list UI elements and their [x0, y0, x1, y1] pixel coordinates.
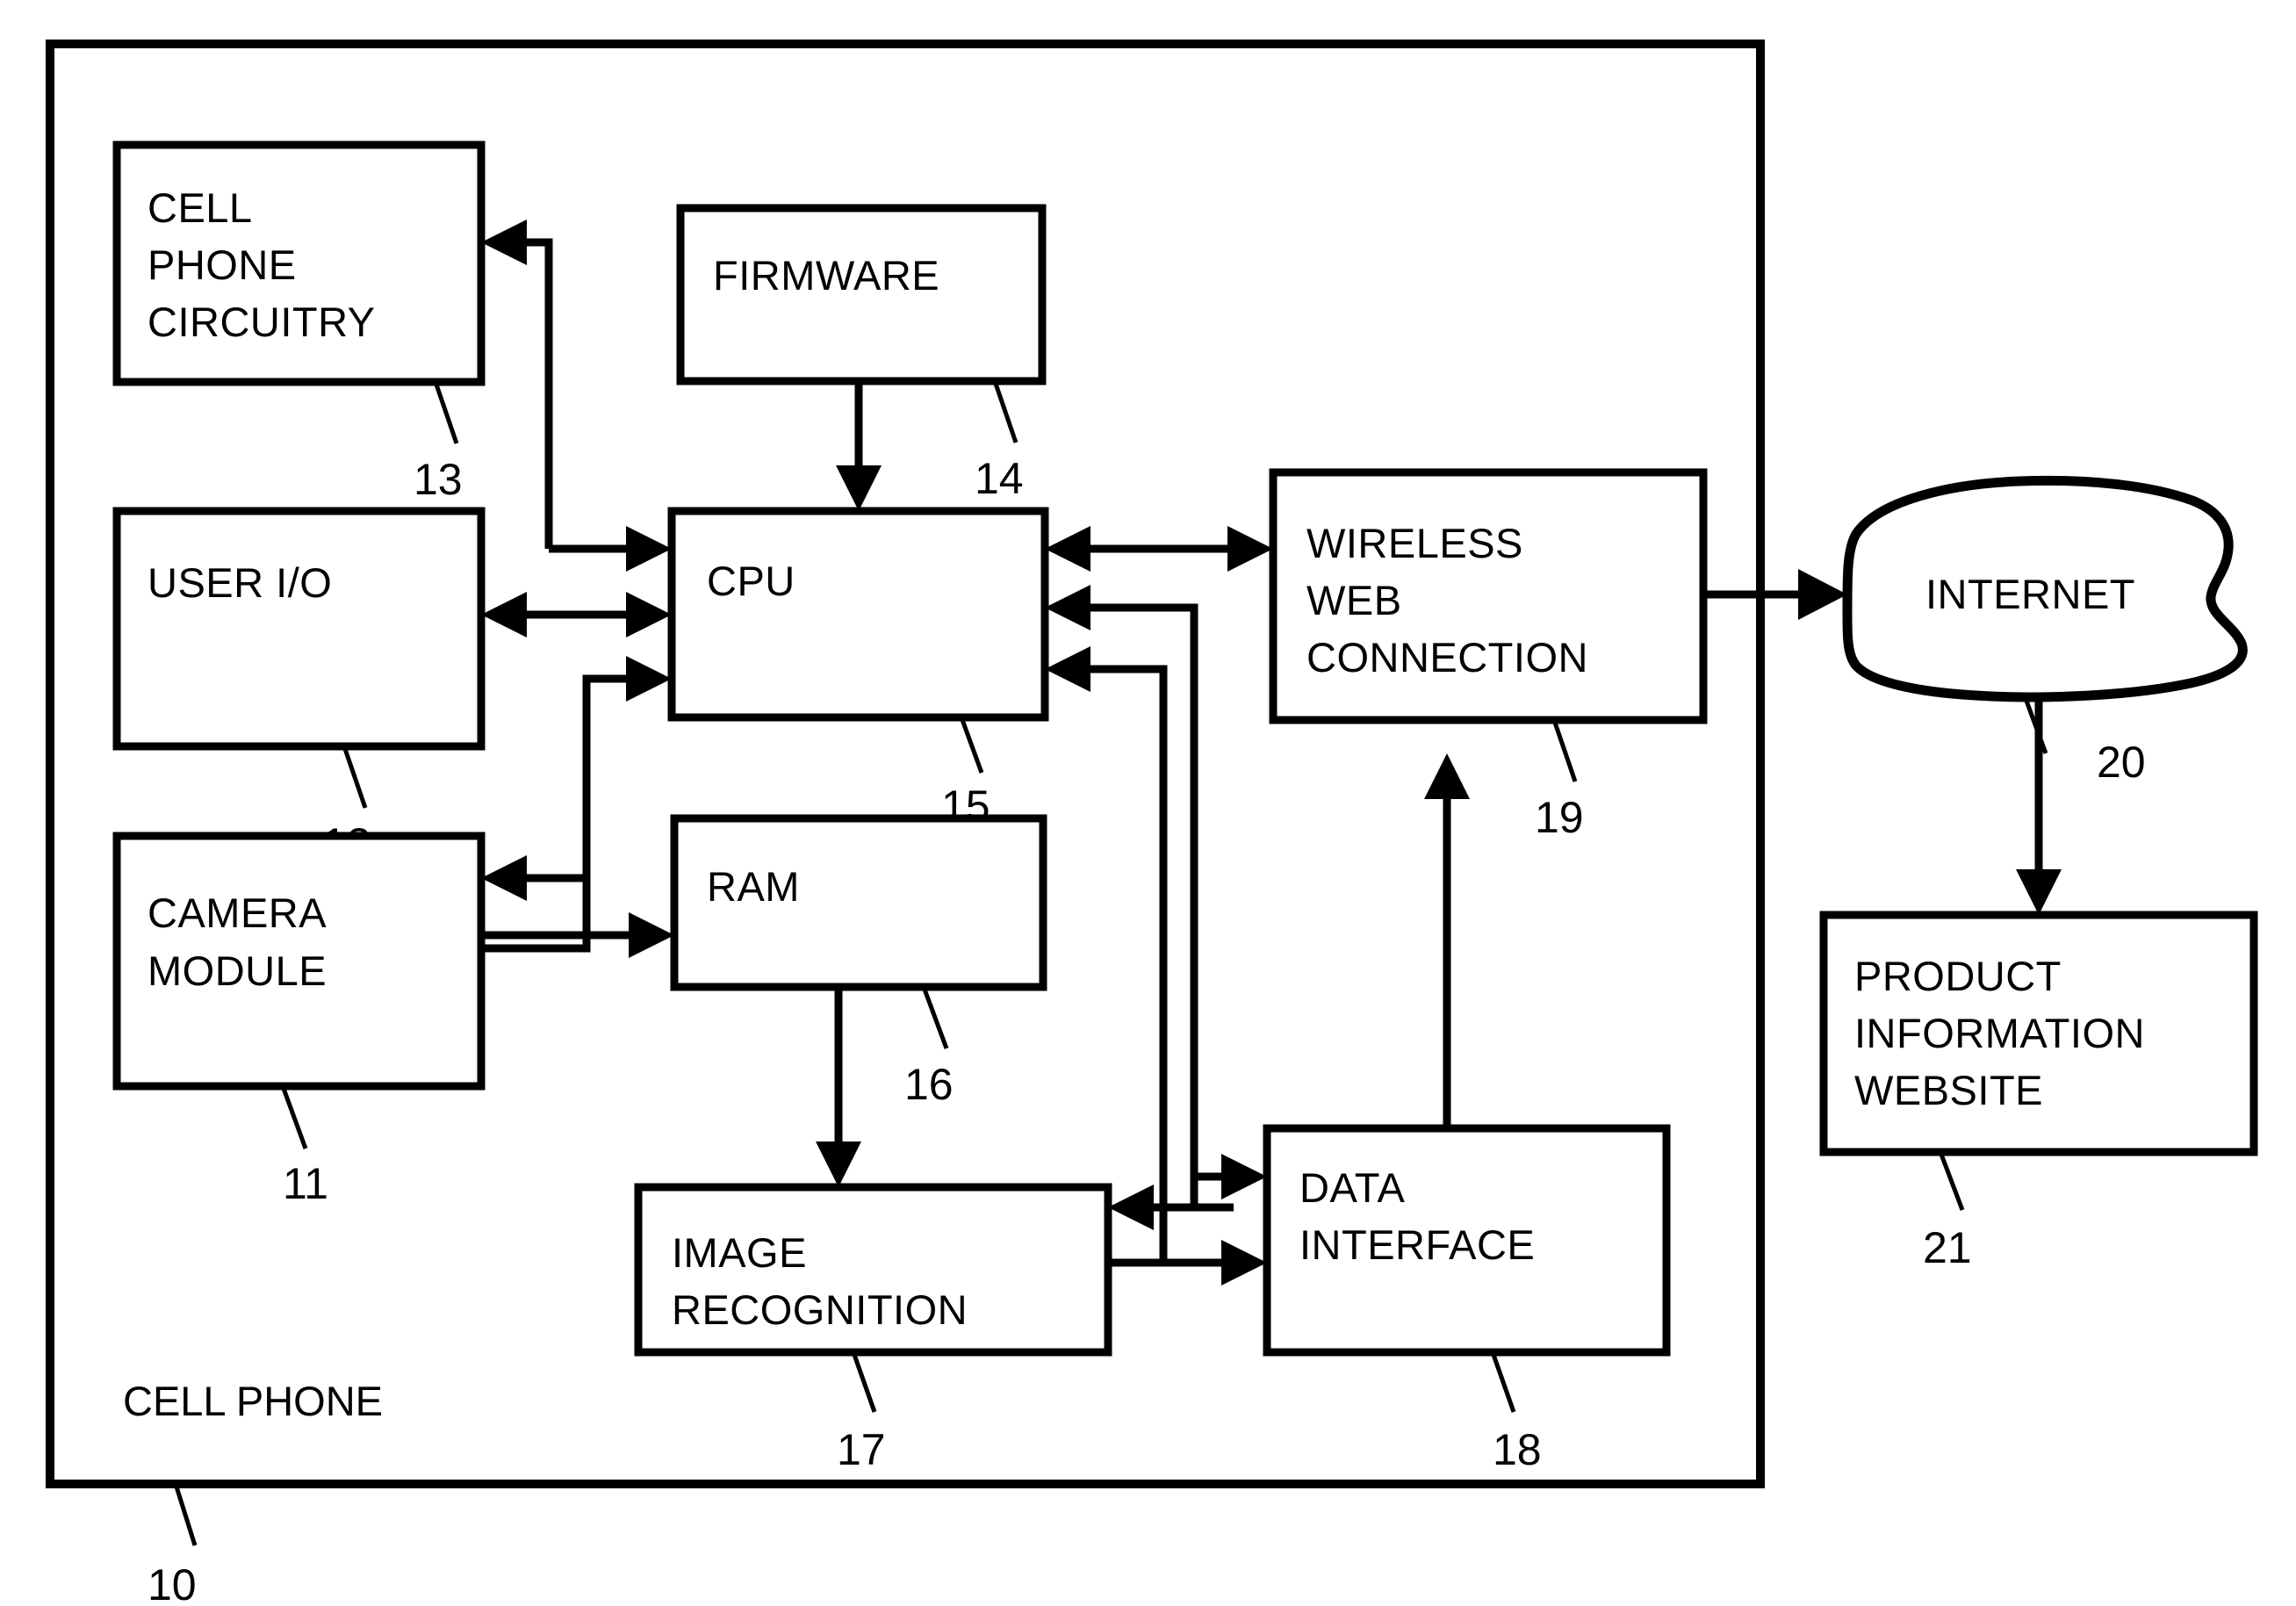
ref-number-10: 10: [148, 1560, 197, 1606]
ref-number-19: 19: [1535, 793, 1584, 842]
diagram-canvas: 10 CELL PHONE CIRCUITRY 13 FIRMWARE 14 U…: [46, 40, 2258, 1606]
camera-module-line-1: CAMERA: [148, 889, 327, 936]
internet-label: INTERNET: [1925, 571, 2135, 617]
arrowhead-to-cell-phone-circuitry: [481, 220, 527, 265]
connector-ram-to-camera-module: [481, 855, 587, 901]
arrowhead-into-ram: [629, 912, 674, 958]
arrowhead-into-product-website: [2016, 869, 2062, 915]
leader-line-14: [992, 380, 1018, 443]
cpu-label: CPU: [707, 558, 795, 604]
camera-module-line-2: MODULE: [148, 947, 327, 994]
ram-label: RAM: [707, 863, 800, 910]
cell-phone-circuitry-line-3: CIRCUITRY: [148, 299, 376, 345]
arrowhead-into-data-interface-upper: [1221, 1154, 1267, 1199]
arrowhead-into-cpu-top: [836, 465, 882, 511]
leader-line-12: [342, 745, 368, 809]
leader-line-17: [851, 1351, 877, 1413]
arrowhead-into-cpu-top-right: [1045, 526, 1090, 572]
connector-camera-module-to-cpu: [481, 656, 672, 953]
leader-line-21: [1938, 1151, 1965, 1211]
data-interface-line-1: DATA: [1299, 1164, 1406, 1211]
ref-number-16: 16: [904, 1060, 954, 1109]
image-recognition-line-1: IMAGE: [672, 1229, 807, 1276]
arrowhead-into-cpu-bottom-left: [626, 656, 672, 702]
wireless-line-2: WEB: [1306, 577, 1402, 623]
ref-number-17: 17: [837, 1425, 886, 1474]
arrowhead-into-internet: [1798, 569, 1847, 620]
connector-user-io-cpu: [481, 592, 672, 637]
connector-data-interface-to-image-recognition: [1108, 1185, 1194, 1230]
arrowhead-to-image-recognition-right: [1108, 1185, 1154, 1230]
ref-number-13: 13: [414, 455, 463, 504]
ref-number-14: 14: [975, 454, 1024, 503]
connector-image-recognition-to-cpu: [1045, 646, 1168, 1267]
leader-line-19: [1551, 719, 1578, 782]
leader-line-15: [959, 717, 984, 774]
arrowhead-into-cpu-bottom-right: [1045, 646, 1090, 692]
wireless-line-3: CONNECTION: [1306, 634, 1588, 681]
leader-line-13: [433, 381, 459, 444]
block-user-io: [112, 507, 486, 751]
ref-number-20: 20: [2097, 738, 2146, 787]
connector-image-recognition-to-data-interface: [1108, 1240, 1267, 1286]
leader-line-18: [1490, 1351, 1516, 1413]
wireless-line-1: WIRELESS: [1306, 520, 1523, 566]
arrowhead-into-cpu-middle-right: [1045, 585, 1090, 630]
connector-ram-to-image-recognition: [816, 987, 861, 1187]
arrowhead-into-cpu-top-left: [626, 526, 672, 572]
leader-line-11: [280, 1085, 308, 1149]
connector-cpu-to-cell-phone-circuitry: [481, 220, 672, 572]
firmware-label: FIRMWARE: [713, 252, 939, 299]
connector-data-interface-to-wireless-web: [1424, 753, 1470, 1128]
ref-number-11: 11: [283, 1159, 328, 1208]
cell-phone-circuitry-line-1: CELL: [148, 184, 253, 231]
arrowhead-to-camera-module: [481, 855, 527, 901]
arrowhead-to-user-io: [481, 592, 527, 637]
connector-internet-to-product-website: [2016, 694, 2062, 915]
user-io-label: USER I/O: [148, 559, 332, 606]
arrowhead-into-wireless-web: [1227, 526, 1273, 572]
image-recognition-line-2: RECOGNITION: [672, 1286, 968, 1333]
connector-wireless-web-to-internet: [1703, 569, 1847, 620]
block-cpu: [667, 507, 1049, 722]
product-site-line-3: WEBSITE: [1854, 1067, 2043, 1113]
leader-line-16: [921, 986, 949, 1049]
data-interface-line-2: INTERFACE: [1299, 1221, 1535, 1268]
connector-cpu-to-data-interface: [1194, 1154, 1267, 1199]
leader-line-10: [173, 1483, 198, 1546]
patent-figure: 10 CELL PHONE CIRCUITRY 13 FIRMWARE 14 U…: [0, 0, 2296, 1606]
product-site-line-2: INFORMATION: [1854, 1010, 2145, 1056]
ref-number-18: 18: [1493, 1425, 1542, 1474]
arrowhead-into-image-recognition: [816, 1141, 861, 1187]
arrowhead-into-cpu-middle-left: [626, 592, 672, 637]
arrowhead-into-wireless-web-bottom: [1424, 753, 1470, 799]
ref-number-21: 21: [1923, 1223, 1972, 1272]
cell-phone-circuitry-line-2: PHONE: [148, 241, 297, 288]
connector-cpu-wireless-web: [1045, 526, 1273, 572]
enclosure-label-cell-phone: CELL PHONE: [123, 1378, 383, 1424]
connector-firmware-to-cpu: [836, 381, 882, 511]
arrowhead-into-data-interface-lower: [1221, 1240, 1267, 1286]
product-site-line-1: PRODUCT: [1854, 953, 2062, 999]
